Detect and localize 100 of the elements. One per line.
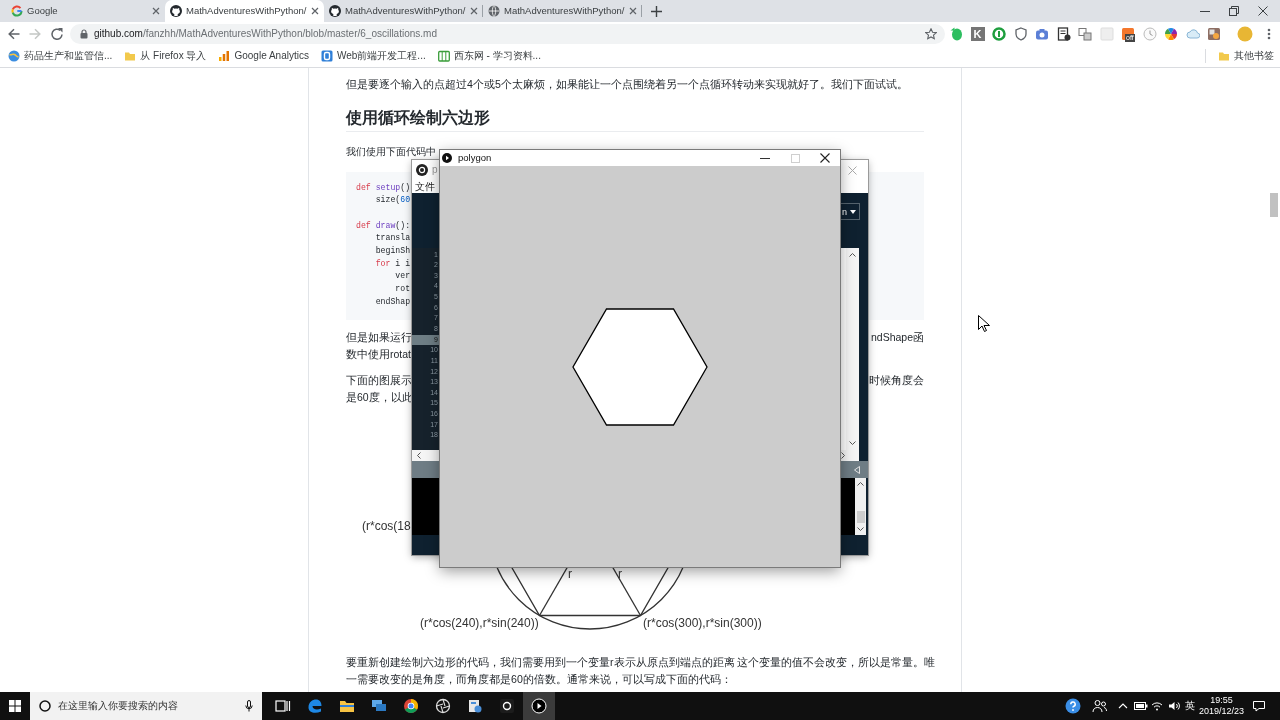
- mouse-pointer-icon: [978, 315, 990, 333]
- diagram-label: r: [568, 567, 572, 580]
- diagram-label: (r*cos(18: [362, 519, 411, 533]
- aperture-icon: [435, 698, 451, 714]
- paragraph-fragment: 下面的图展示: [346, 372, 412, 388]
- start-icon[interactable]: [9, 700, 21, 712]
- scrollbar-thumb[interactable]: [1270, 193, 1278, 217]
- swirl-logo-icon: [307, 698, 323, 714]
- folder-icon: [124, 50, 137, 62]
- close-icon[interactable]: [1257, 6, 1268, 16]
- restore-icon[interactable]: [1228, 6, 1239, 16]
- diagram-label: (r*cos(240),r*sin(240)): [420, 616, 539, 630]
- squares-icon[interactable]: [1078, 26, 1092, 41]
- taskbar-clock[interactable]: 19:55 2019/12/23: [1198, 695, 1244, 717]
- section-heading: 使用循环绘制六边形: [346, 108, 490, 128]
- document-disc-icon: [467, 698, 483, 714]
- collapse-arrow-icon[interactable]: [854, 465, 860, 474]
- speaker-icon[interactable]: [1168, 701, 1180, 711]
- diagram-label: r: [618, 567, 622, 580]
- paragraph-fragment: 但是如果运行: [346, 330, 412, 345]
- code-line: def setup(): [356, 181, 411, 194]
- paragraph-fragment: ndShape函: [870, 330, 924, 345]
- menu-item[interactable]: 文件: [415, 180, 435, 193]
- paragraph-fragment: 数中使用rotat: [346, 347, 411, 362]
- play-icon: [531, 698, 547, 714]
- input-method-indicator[interactable]: 英: [1185, 700, 1195, 712]
- bookmark-link[interactable]: 其他书签: [1234, 50, 1274, 62]
- folder-icon: [339, 698, 355, 714]
- task-view-icon: [275, 698, 291, 714]
- g-logo-icon: [11, 5, 23, 17]
- reload-icon[interactable]: [50, 26, 64, 41]
- paragraph-fragment: 我们使用下面代码中: [346, 145, 436, 159]
- back-icon[interactable]: [7, 26, 21, 41]
- browser-tab[interactable]: MathAdventuresWithPython/: [483, 0, 642, 22]
- scroll-right-icon[interactable]: [841, 452, 846, 459]
- color-wheel-icon[interactable]: [1164, 26, 1178, 41]
- folder-icon: [1218, 50, 1230, 62]
- close-icon[interactable]: [820, 153, 830, 163]
- browser-tab[interactable]: Google: [6, 0, 165, 22]
- search-field[interactable]: 在这里输入你要搜索的内容: [30, 692, 262, 720]
- scroll-down-icon[interactable]: [857, 527, 864, 532]
- circle-icon: [39, 700, 51, 712]
- bookmark-link[interactable]: Google Analytics: [234, 50, 309, 62]
- paragraph: 要重新创建绘制六边形的代码，我们需要用到一个变量r表示从原点到端点的距离 这个变量的值不会改变，所以是常量。唯 一需要改变的是角度，而角度都是60的倍数。通常来说，可以写成下面的代码：: [346, 654, 936, 687]
- scrollbar-thumb[interactable]: [856, 511, 865, 523]
- bookmark-link[interactable]: 西东网 - 学习资料...: [453, 50, 541, 62]
- scrollbar-track[interactable]: [846, 248, 859, 450]
- ring-logo-icon: [403, 698, 419, 714]
- notification-icon[interactable]: [1253, 700, 1265, 712]
- monitors-icon: [371, 698, 387, 714]
- cat-logo-icon: [329, 5, 341, 17]
- globe-icon: [488, 5, 500, 17]
- bookmark-link[interactable]: 从 Firefox 导入: [140, 50, 207, 62]
- code-line: transla: [374, 232, 411, 245]
- picture-icon[interactable]: [1207, 26, 1221, 41]
- wifi-icon[interactable]: [1151, 701, 1163, 711]
- scroll-up-icon[interactable]: [857, 481, 864, 486]
- document-icon[interactable]: [1056, 26, 1071, 41]
- app-logo-icon: [499, 698, 515, 714]
- window-title: polygon: [458, 152, 492, 164]
- paragraph-fragment: 时候角度会: [869, 372, 924, 388]
- scrollbar-track[interactable]: [840, 450, 859, 461]
- help-icon[interactable]: [1065, 698, 1081, 714]
- code-line: ver: [394, 270, 411, 283]
- address-bar[interactable]: github.com/fanzhh/MathAdventuresWithPython/blob/master/6_oscillations.md: [70, 23, 945, 44]
- chevron-up-icon[interactable]: [1118, 703, 1128, 709]
- bookmark-link[interactable]: Web前端开发工程...: [336, 50, 426, 62]
- more-menu-icon[interactable]: [1267, 27, 1271, 40]
- app-tile-icon: [320, 50, 333, 62]
- star-icon[interactable]: [925, 27, 937, 40]
- app-logo-icon: [416, 164, 428, 176]
- taskbar-button[interactable]: [523, 692, 555, 720]
- scrollbar-track[interactable]: [412, 450, 440, 461]
- scroll-left-icon[interactable]: [416, 452, 421, 459]
- cat-logo-icon: [170, 5, 182, 17]
- new-tab-icon[interactable]: [651, 5, 662, 17]
- diagram-label: (r*cos(300),r*sin(300)): [643, 616, 762, 630]
- minimize-icon[interactable]: [1199, 10, 1210, 12]
- close-icon[interactable]: [311, 7, 319, 15]
- code-line: def draw():: [356, 219, 411, 232]
- extension-icon[interactable]: [1121, 26, 1135, 41]
- battery-icon[interactable]: [1134, 702, 1148, 710]
- shield-icon[interactable]: [1013, 26, 1028, 41]
- scrollbar-track[interactable]: [855, 478, 866, 535]
- microphone-icon[interactable]: [245, 700, 253, 712]
- scroll-down-icon[interactable]: [849, 441, 856, 446]
- code-line: size(60: [374, 194, 411, 207]
- window-title: p: [432, 164, 438, 176]
- browser-tab[interactable]: MathAdventuresWithPython/: [324, 0, 483, 22]
- lock-icon: [80, 28, 88, 39]
- people-icon[interactable]: [1091, 699, 1107, 713]
- scroll-up-icon[interactable]: [849, 252, 856, 257]
- camera-icon[interactable]: [1035, 26, 1049, 41]
- extension-button[interactable]: K: [970, 26, 985, 41]
- ring-icon[interactable]: [992, 26, 1006, 41]
- browser-tab[interactable]: MathAdventuresWithPython/: [165, 0, 324, 22]
- globe-icon: [8, 50, 20, 62]
- bookmark-link[interactable]: 药品生产和监管信...: [24, 50, 113, 62]
- minimize-icon[interactable]: [760, 157, 770, 159]
- code-line: endShap: [374, 295, 411, 308]
